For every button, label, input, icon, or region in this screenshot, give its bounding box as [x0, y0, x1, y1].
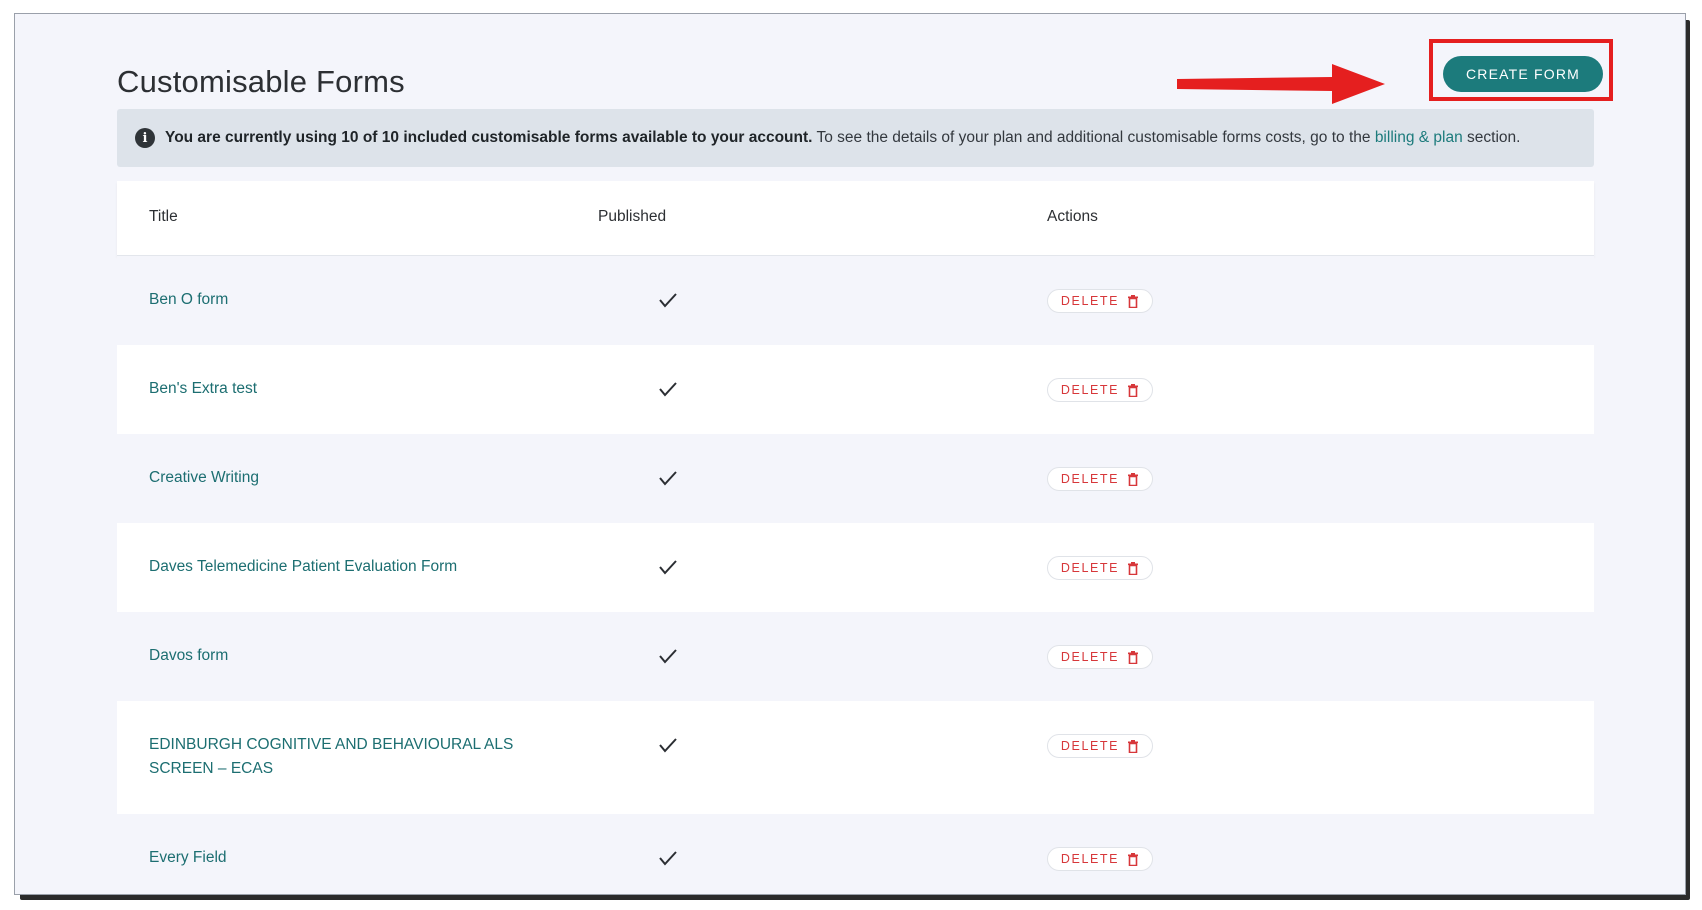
form-title-link[interactable]: Daves Telemedicine Patient Evaluation Fo… — [149, 555, 569, 579]
table-row: Daves Telemedicine Patient Evaluation Fo… — [117, 523, 1594, 612]
trash-icon — [1128, 294, 1139, 308]
trash-icon — [1128, 650, 1139, 664]
form-title-link[interactable]: Ben O form — [149, 288, 569, 312]
delete-button[interactable]: DELETE — [1047, 467, 1153, 491]
trash-icon — [1128, 852, 1139, 866]
published-check-icon — [659, 649, 677, 664]
table-row: Ben's Extra test DELETE — [117, 345, 1594, 434]
column-header-title: Title — [149, 208, 178, 225]
form-title-link[interactable]: Creative Writing — [149, 466, 569, 490]
annotation-arrow — [1177, 64, 1385, 104]
table-row: Ben O form DELETE — [117, 256, 1594, 345]
trash-icon — [1128, 561, 1139, 575]
app-window: Customisable Forms CREATE FORM i You are… — [14, 13, 1686, 895]
published-check-icon — [659, 293, 677, 308]
trash-icon — [1128, 739, 1139, 753]
table-header: Title Published Actions — [117, 181, 1594, 256]
published-check-icon — [659, 851, 677, 866]
trash-icon — [1128, 383, 1139, 397]
banner-bold-text: You are currently using 10 of 10 include… — [165, 129, 813, 146]
info-banner: i You are currently using 10 of 10 inclu… — [117, 109, 1594, 167]
form-title-link[interactable]: Davos form — [149, 644, 569, 668]
published-check-icon — [659, 738, 677, 753]
column-header-actions: Actions — [1047, 208, 1098, 225]
delete-button[interactable]: DELETE — [1047, 734, 1153, 758]
delete-button[interactable]: DELETE — [1047, 378, 1153, 402]
delete-button[interactable]: DELETE — [1047, 289, 1153, 313]
delete-button[interactable]: DELETE — [1047, 556, 1153, 580]
form-title-link[interactable]: Every Field — [149, 846, 569, 870]
table-row: EDINBURGH COGNITIVE AND BEHAVIOURAL ALS … — [117, 701, 1594, 814]
info-icon: i — [135, 128, 155, 148]
form-title-link[interactable]: Ben's Extra test — [149, 377, 569, 401]
trash-icon — [1128, 472, 1139, 486]
column-header-published: Published — [598, 208, 667, 225]
published-check-icon — [659, 471, 677, 486]
table-row: Davos form DELETE — [117, 612, 1594, 701]
table-row: Every Field DELETE — [117, 814, 1594, 894]
page-title: Customisable Forms — [117, 64, 405, 99]
delete-button[interactable]: DELETE — [1047, 645, 1153, 669]
delete-button[interactable]: DELETE — [1047, 847, 1153, 871]
published-check-icon — [659, 382, 677, 397]
published-check-icon — [659, 560, 677, 575]
form-title-link[interactable]: EDINBURGH COGNITIVE AND BEHAVIOURAL ALS … — [149, 733, 569, 781]
create-form-button[interactable]: CREATE FORM — [1443, 56, 1603, 92]
banner-text: To see the details of your plan and addi… — [812, 129, 1375, 146]
banner-suffix: section. — [1462, 129, 1521, 146]
table-row: Creative Writing DELETE — [117, 434, 1594, 523]
billing-plan-link[interactable]: billing & plan — [1375, 129, 1463, 147]
forms-table: Title Published Actions Ben O form DELET… — [117, 181, 1594, 894]
